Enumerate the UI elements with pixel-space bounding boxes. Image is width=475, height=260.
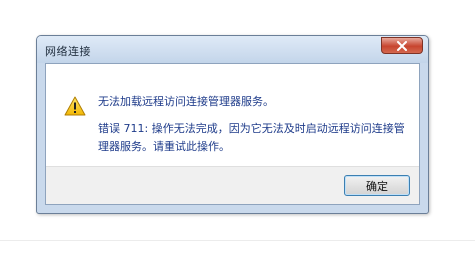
ok-button[interactable]: 确定 [344, 175, 410, 196]
close-icon [397, 40, 407, 51]
dialog-title-bar[interactable]: 网络连接 [37, 36, 428, 63]
dialog-title: 网络连接 [45, 45, 91, 58]
error-detail: 错误 711: 操作无法完成，因为它无法及时启动远程访问连接管理器服务。请重试此… [98, 122, 405, 153]
message-area: 无法加载远程访问连接管理器服务。 错误 711: 操作无法完成，因为它无法及时启… [46, 64, 419, 166]
dialog-footer: 确定 [46, 166, 419, 204]
error-message: 无法加载远程访问连接管理器服务。 [98, 95, 274, 108]
screenshot-stage: 网络连接 无法加载远程访问连接管理器服务。 错误 711: 操作无法完成，因为它… [0, 0, 475, 260]
dialog-body: 无法加载远程访问连接管理器服务。 错误 711: 操作无法完成，因为它无法及时启… [45, 63, 420, 205]
warning-icon [64, 96, 86, 116]
close-button[interactable] [381, 37, 423, 54]
divider [0, 240, 475, 241]
error-dialog: 网络连接 无法加载远程访问连接管理器服务。 错误 711: 操作无法完成，因为它… [36, 35, 429, 214]
